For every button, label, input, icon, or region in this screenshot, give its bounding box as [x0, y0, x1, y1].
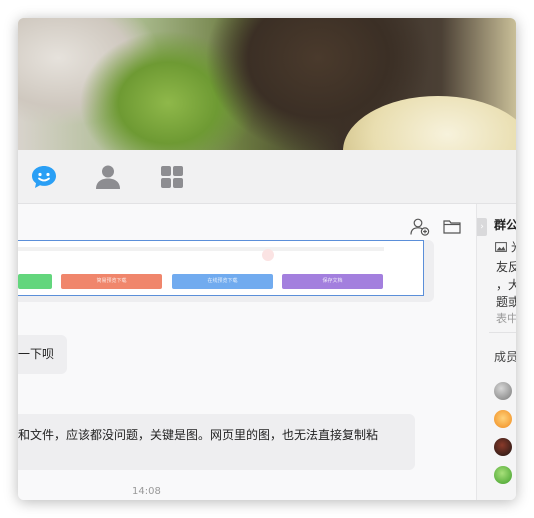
top-icon-bar	[18, 150, 516, 204]
shared-page-preview-message[interactable]: 简易预览下载 在线预览下载 保存文档	[18, 240, 434, 302]
contact-person-icon	[96, 165, 120, 189]
preview-dot	[262, 249, 274, 261]
tab-contacts[interactable]	[94, 163, 122, 191]
preview-button-save-doc: 保存文档	[282, 274, 383, 289]
tab-chat[interactable]	[30, 163, 58, 191]
collapse-panel-button[interactable]: ›	[477, 218, 487, 236]
group-announcement-title[interactable]: 群公	[494, 216, 516, 233]
announcement-line: ，大	[496, 278, 516, 292]
tab-apps[interactable]	[158, 163, 186, 191]
chat-message[interactable]: 和文件，应该都没问题，关键是图。网页里的图，也无法直接复制粘	[18, 414, 415, 470]
preview-button-online-download: 在线预览下载	[172, 274, 273, 289]
panel-divider	[489, 332, 516, 333]
announcement-line: 题或	[496, 295, 516, 309]
apps-grid-icon	[161, 166, 183, 188]
announcement-line: 友反	[496, 260, 516, 274]
message-timestamp: 14:08	[132, 486, 161, 497]
chat-bubble-icon	[32, 166, 56, 188]
group-cover-banner	[18, 18, 516, 206]
image-icon	[495, 242, 507, 252]
member-avatar[interactable]	[494, 466, 512, 484]
preview-button-simple-download: 简易预览下载	[61, 274, 162, 289]
chat-message[interactable]: 一下呗	[18, 335, 67, 374]
member-avatar[interactable]	[494, 410, 512, 428]
preview-text-line	[18, 247, 384, 251]
chat-message-area[interactable]: 简易预览下载 在线预览下载 保存文档 一下呗 和文件，应该都没问题，关键是图。网…	[18, 204, 476, 500]
preview-card[interactable]: 简易预览下载 在线预览下载 保存文档	[18, 240, 424, 296]
members-label: 成员	[494, 350, 516, 364]
add-member-icon[interactable]	[410, 218, 430, 236]
announcement-line: 光	[511, 238, 516, 255]
preview-button-green	[18, 274, 52, 289]
member-avatar[interactable]	[494, 438, 512, 456]
folder-icon[interactable]	[443, 219, 461, 234]
member-avatar[interactable]	[494, 382, 512, 400]
app-window: 简易预览下载 在线预览下载 保存文档 一下呗 和文件，应该都没问题，关键是图。网…	[18, 18, 516, 500]
group-info-panel: › 群公 光 友反 ，大 题或 表中 成员	[476, 204, 516, 500]
announcement-line-muted: 表中	[496, 312, 516, 325]
